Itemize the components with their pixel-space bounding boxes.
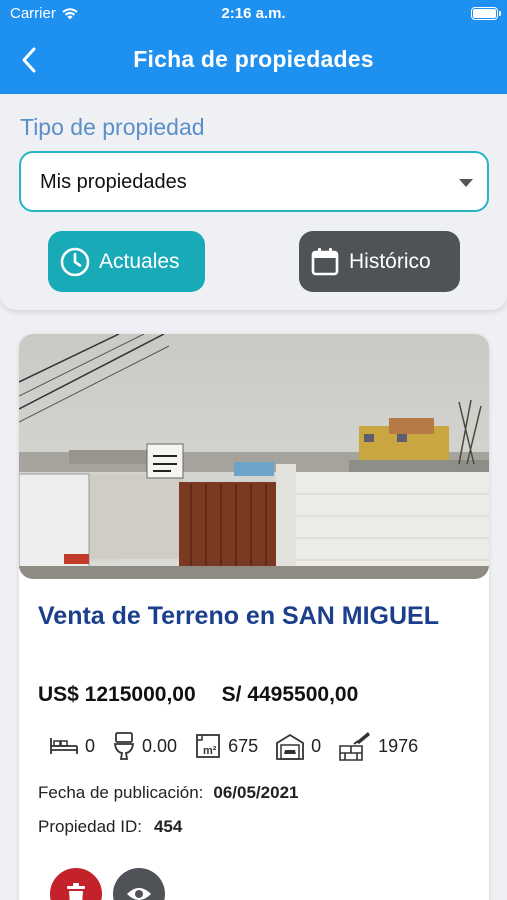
trash-icon (67, 883, 85, 900)
caret-down-icon (459, 179, 473, 187)
status-time: 2:16 a.m. (221, 5, 286, 22)
property-type-value: Mis propiedades (40, 171, 187, 193)
publication-date-value: 06/05/2021 (213, 783, 299, 802)
eye-icon (127, 888, 151, 900)
current-button-label: Actuales (99, 249, 180, 273)
svg-text:m²: m² (203, 745, 217, 757)
clock-icon (60, 247, 90, 276)
area-icon: m² (196, 734, 220, 758)
property-card[interactable]: Venta de Terreno en SAN MIGUEL US$ 12150… (19, 334, 489, 900)
feature-bedrooms: 0 (49, 734, 95, 758)
property-photo[interactable] (19, 334, 489, 579)
property-title[interactable]: Venta de Terreno en SAN MIGUEL (38, 598, 458, 635)
property-id-label: Propiedad ID: (38, 817, 142, 836)
property-id-value: 454 (153, 817, 183, 836)
filter-panel: Tipo de propiedad Mis propiedades Actual… (0, 94, 507, 310)
features-row: 0 0.00 m² 675 0 1976 (49, 730, 435, 762)
feature-bathrooms: 0.00 (112, 731, 177, 761)
property-type-select[interactable]: Mis propiedades (19, 151, 489, 212)
bed-icon (50, 738, 78, 754)
feature-year-built: 1976 (338, 730, 418, 762)
property-type-label: Tipo de propiedad (20, 114, 205, 140)
publication-date-label: Fecha de publicación: (38, 783, 204, 802)
price-row: US$ 1215000,00 S/ 4495500,00 (38, 683, 358, 707)
bathrooms-value: 0.00 (142, 735, 178, 756)
history-button[interactable]: Histórico (299, 231, 460, 292)
bricks-trowel-icon (339, 732, 371, 761)
calendar-icon (311, 247, 339, 275)
garages-value: 0 (311, 735, 322, 756)
feature-area: m² 675 (194, 732, 258, 760)
publication-date: Fecha de publicación: 06/05/2021 (38, 783, 298, 803)
status-bar: Carrier 2:16 a.m. (0, 0, 507, 28)
price-usd: US$ 1215000,00 (38, 683, 196, 706)
area-value: 675 (228, 735, 259, 756)
nav-bar: Ficha de propiedades (0, 28, 507, 94)
year-built-value: 1976 (378, 735, 419, 756)
feature-garages: 0 (275, 732, 321, 760)
history-button-label: Histórico (349, 249, 431, 273)
current-button[interactable]: Actuales (48, 231, 205, 292)
view-button[interactable] (113, 868, 165, 900)
price-pen: S/ 4495500,00 (221, 683, 359, 706)
bedrooms-value: 0 (85, 735, 96, 756)
delete-button[interactable] (50, 868, 102, 900)
property-id: Propiedad ID: 454 (38, 817, 182, 837)
battery-icon (471, 7, 501, 20)
page-title: Ficha de propiedades (133, 46, 374, 72)
toilet-icon (113, 732, 135, 760)
garage-icon (276, 733, 305, 760)
